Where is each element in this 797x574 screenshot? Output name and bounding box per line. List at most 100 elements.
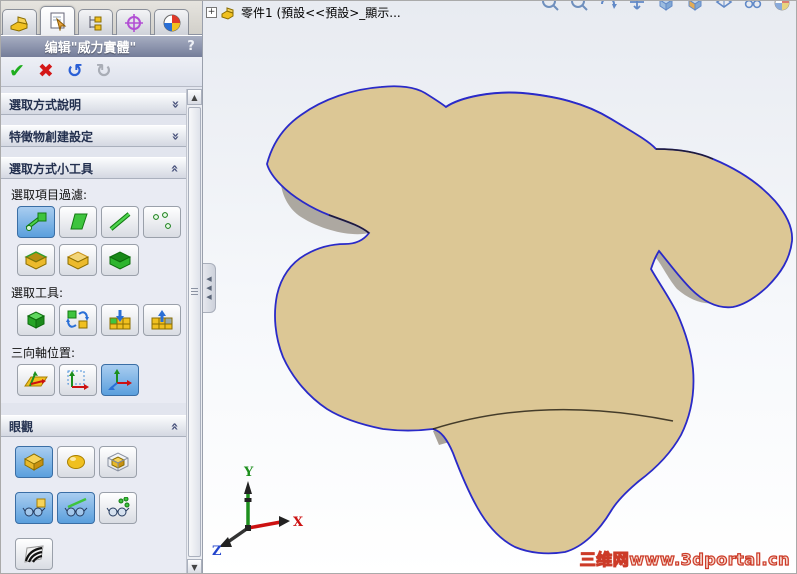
filter-row-1 [1, 205, 187, 243]
graphics-viewport[interactable]: Y X Z + 零件1 (預設<<預設>_顯示... 三维网www.3dport… [203, 1, 797, 574]
appearance-icon[interactable] [772, 1, 792, 12]
display-solid-button[interactable] [15, 446, 53, 478]
ok-check-icon[interactable]: ✔ [9, 62, 25, 81]
tools-label: 選取工具: [11, 286, 64, 300]
zoom-window-icon[interactable] [540, 1, 560, 12]
section-view-icon[interactable] [685, 1, 705, 12]
part-features-tab[interactable] [2, 9, 37, 35]
triad-custom-button[interactable] [101, 364, 139, 396]
zebra-stripes-button[interactable] [15, 538, 53, 570]
target-crosshair-icon [124, 13, 143, 32]
scroll-down-arrow-icon[interactable]: ▼ [187, 559, 202, 573]
collapse-arrow-icon: ◀ [206, 274, 212, 283]
property-manager-tab[interactable] [40, 6, 75, 35]
display-row-2 [1, 491, 187, 529]
view-orientation-icon[interactable] [656, 1, 676, 12]
configuration-tree-icon [89, 15, 101, 30]
triad-on-plane-icon [24, 371, 48, 387]
section-selection-tools[interactable]: 選取方式小工具 » [1, 157, 187, 179]
grow-selection-button[interactable] [101, 304, 139, 336]
property-manager-icon [50, 12, 66, 31]
hide-show-items-icon[interactable] [743, 1, 763, 12]
chevron-down-icon: » [167, 99, 183, 109]
select-body-icon [26, 311, 46, 329]
panel-scrollbar[interactable]: ▲ ▼ [186, 89, 202, 573]
select-body-button[interactable] [17, 304, 55, 336]
panel-title: 编辑"威力實體" [44, 41, 137, 56]
section-label: 特徵物創建設定 [9, 129, 94, 144]
show-faces-icon [22, 498, 46, 517]
panel-content: 選取方式說明 » 特徵物創建設定 » 選取方式小工具 » 選取項目過濾: 選取工… [1, 89, 187, 573]
filter-all-button[interactable] [17, 206, 55, 238]
grow-selection-icon [109, 310, 131, 330]
triad-bounds-icon [67, 370, 89, 390]
x-axis-label: X [293, 515, 304, 530]
dimxpert-tab[interactable] [116, 9, 151, 35]
configuration-manager-tab[interactable] [78, 9, 113, 35]
filter-label: 選取項目過濾: [11, 188, 88, 202]
manager-tab-bar [1, 1, 202, 35]
undo-icon[interactable]: ↺ [67, 62, 83, 81]
cancel-x-icon[interactable]: ✖ [38, 62, 54, 81]
filter-row-2 [1, 243, 187, 281]
triad-bounds-button[interactable] [59, 364, 97, 396]
filter-yellow-body-button[interactable] [59, 244, 97, 276]
filter-all-icon [25, 212, 47, 231]
zoom-fit-icon[interactable] [569, 1, 589, 12]
invert-selection-icon [66, 310, 89, 329]
triad-custom-icon [108, 369, 132, 390]
invert-selection-button[interactable] [59, 304, 97, 336]
feature-tree-root[interactable]: + 零件1 (預設<<預設>_顯示... [206, 4, 401, 21]
filter-edge-button[interactable] [101, 206, 139, 238]
show-vertices-icon [106, 497, 130, 517]
filter-face-button[interactable] [59, 206, 97, 238]
show-faces-button[interactable] [15, 492, 53, 524]
scrollbar-grip [191, 286, 198, 297]
selection-tools-group: 選取項目過濾: 選取工具: 三向軸位置: [1, 179, 187, 403]
section-label: 眼觀 [9, 419, 34, 434]
section-label: 選取方式說明 [9, 97, 82, 112]
show-edges-icon [64, 497, 88, 517]
chevron-up-icon: » [167, 421, 183, 431]
help-button[interactable]: ? [180, 39, 202, 54]
filter-green-body-icon [108, 251, 132, 270]
display-solid-icon [23, 453, 45, 471]
filter-vertex-button[interactable] [143, 206, 181, 238]
section-feature-settings[interactable]: 特徵物創建設定 » [1, 125, 187, 147]
scroll-up-arrow-icon[interactable]: ▲ [187, 89, 202, 105]
display-cage-icon [107, 452, 129, 472]
tools-row [1, 303, 187, 341]
display-manager-tab[interactable] [154, 9, 189, 35]
section-selection-help[interactable]: 選取方式說明 » [1, 93, 187, 115]
shrink-selection-icon [151, 310, 173, 330]
filter-yellow-body-icon [66, 251, 90, 270]
tree-expand-icon[interactable]: + [206, 7, 217, 18]
display-group: 細分層次數 [1, 437, 187, 573]
display-style-icon[interactable] [714, 1, 734, 12]
collapse-arrow-icon: ◀ [206, 292, 212, 301]
filter-face-icon [70, 213, 88, 230]
pan-icon[interactable] [627, 1, 647, 12]
triad-on-plane-button[interactable] [17, 364, 55, 396]
show-edges-button[interactable] [57, 492, 95, 524]
display-smooth-button[interactable] [57, 446, 95, 478]
rotate-view-icon[interactable] [598, 1, 618, 12]
appearance-ball-icon [163, 14, 180, 31]
filter-green-body-button[interactable] [101, 244, 139, 276]
silhouette-outline [266, 85, 794, 555]
filter-vertex-icon [153, 212, 171, 229]
z-axis-label: Z [212, 544, 222, 559]
panel-splitter-handle[interactable]: ◀ ◀ ◀ [203, 263, 216, 313]
chevron-down-icon: » [167, 131, 183, 141]
redo-icon: ↻ [95, 60, 112, 82]
shrink-selection-button[interactable] [143, 304, 181, 336]
panel-action-bar: ✔ ✖ ↺ ↻ [1, 57, 202, 87]
section-display[interactable]: 眼觀 » [1, 415, 187, 437]
show-vertices-button[interactable] [99, 492, 137, 524]
triad-row [1, 363, 187, 401]
display-cage-button[interactable] [99, 446, 137, 478]
reference-triad: Y X Z [212, 465, 304, 559]
model-canvas[interactable]: Y X Z [203, 1, 797, 574]
scrollbar-thumb[interactable] [188, 107, 201, 557]
filter-open-body-button[interactable] [17, 244, 55, 276]
